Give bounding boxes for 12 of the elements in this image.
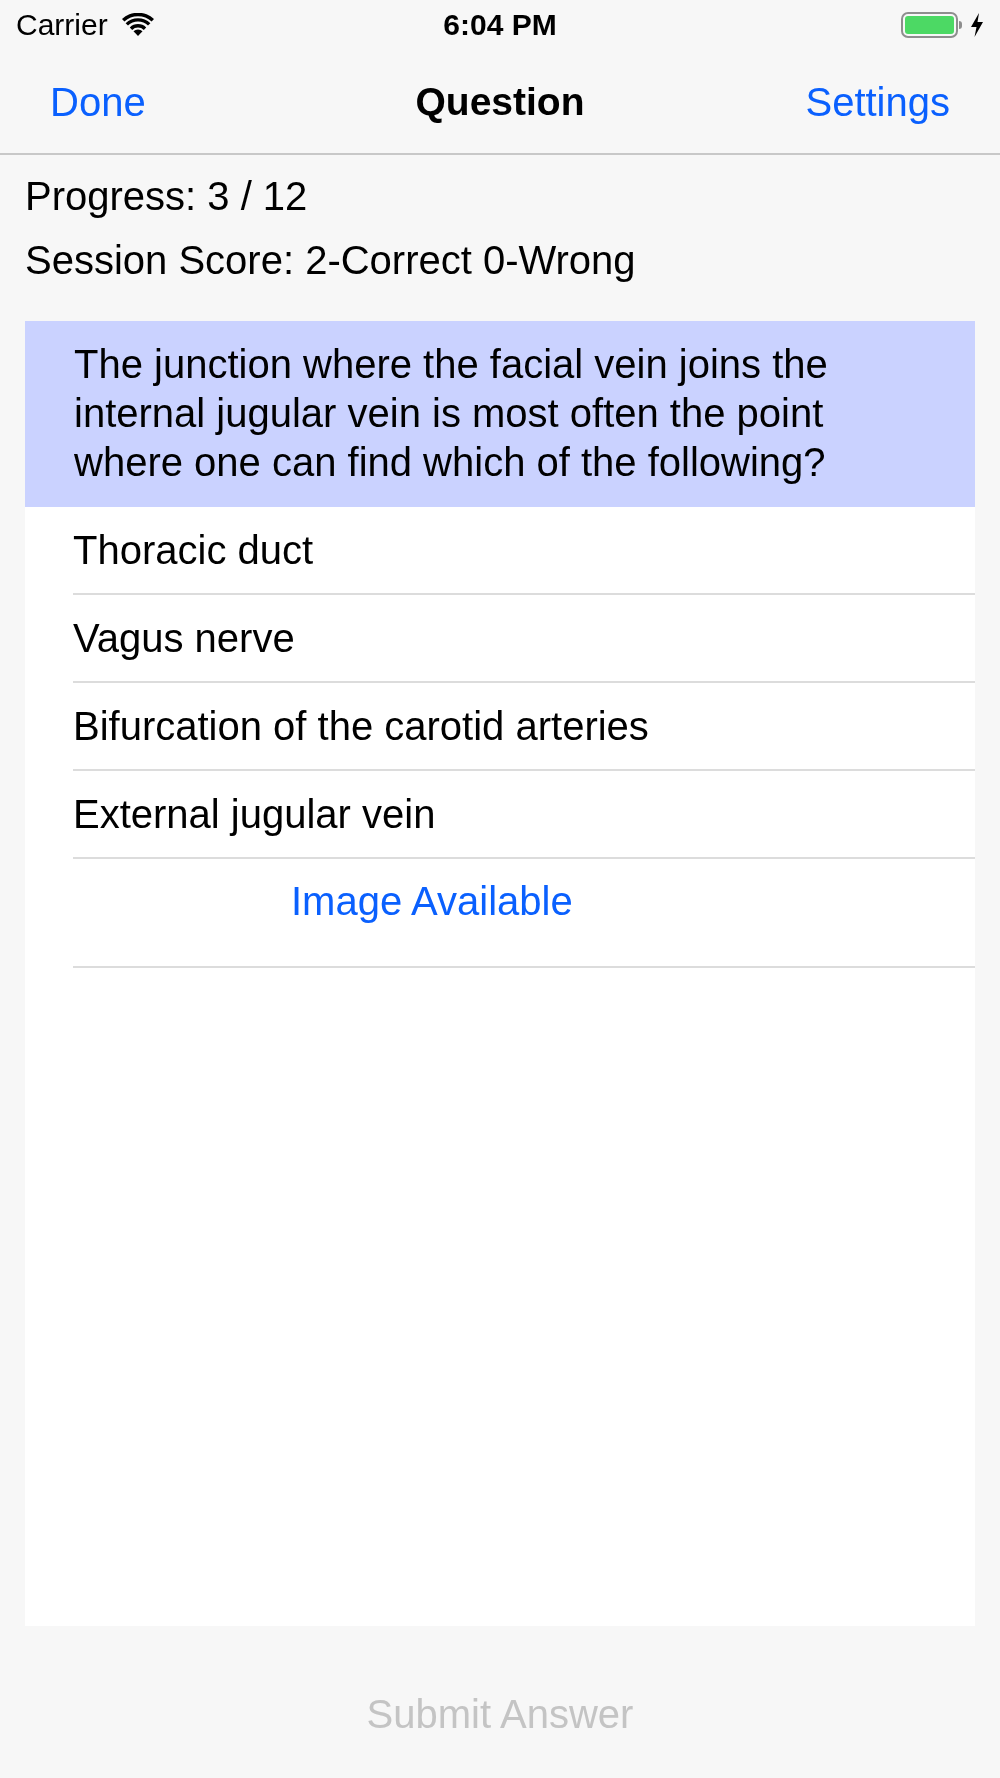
done-button[interactable]: Done (50, 77, 146, 126)
battery-icon (901, 12, 963, 38)
status-time: 6:04 PM (443, 7, 557, 43)
wifi-icon (121, 13, 154, 37)
image-available-link[interactable]: Image Available (291, 876, 573, 926)
progress-text: Progress: 3 / 12 (25, 173, 308, 220)
question-text: The junction where the facial vein joins the internal jugular vein is most often the point where one can find which of the following? (74, 341, 829, 486)
settings-button[interactable]: Settings (805, 77, 950, 126)
carrier-label: Carrier (16, 7, 108, 43)
charging-bolt-icon (970, 13, 984, 37)
session-score-text: Session Score: 2-Correct 0-Wrong (25, 237, 636, 284)
nav-title: Question (415, 78, 585, 125)
